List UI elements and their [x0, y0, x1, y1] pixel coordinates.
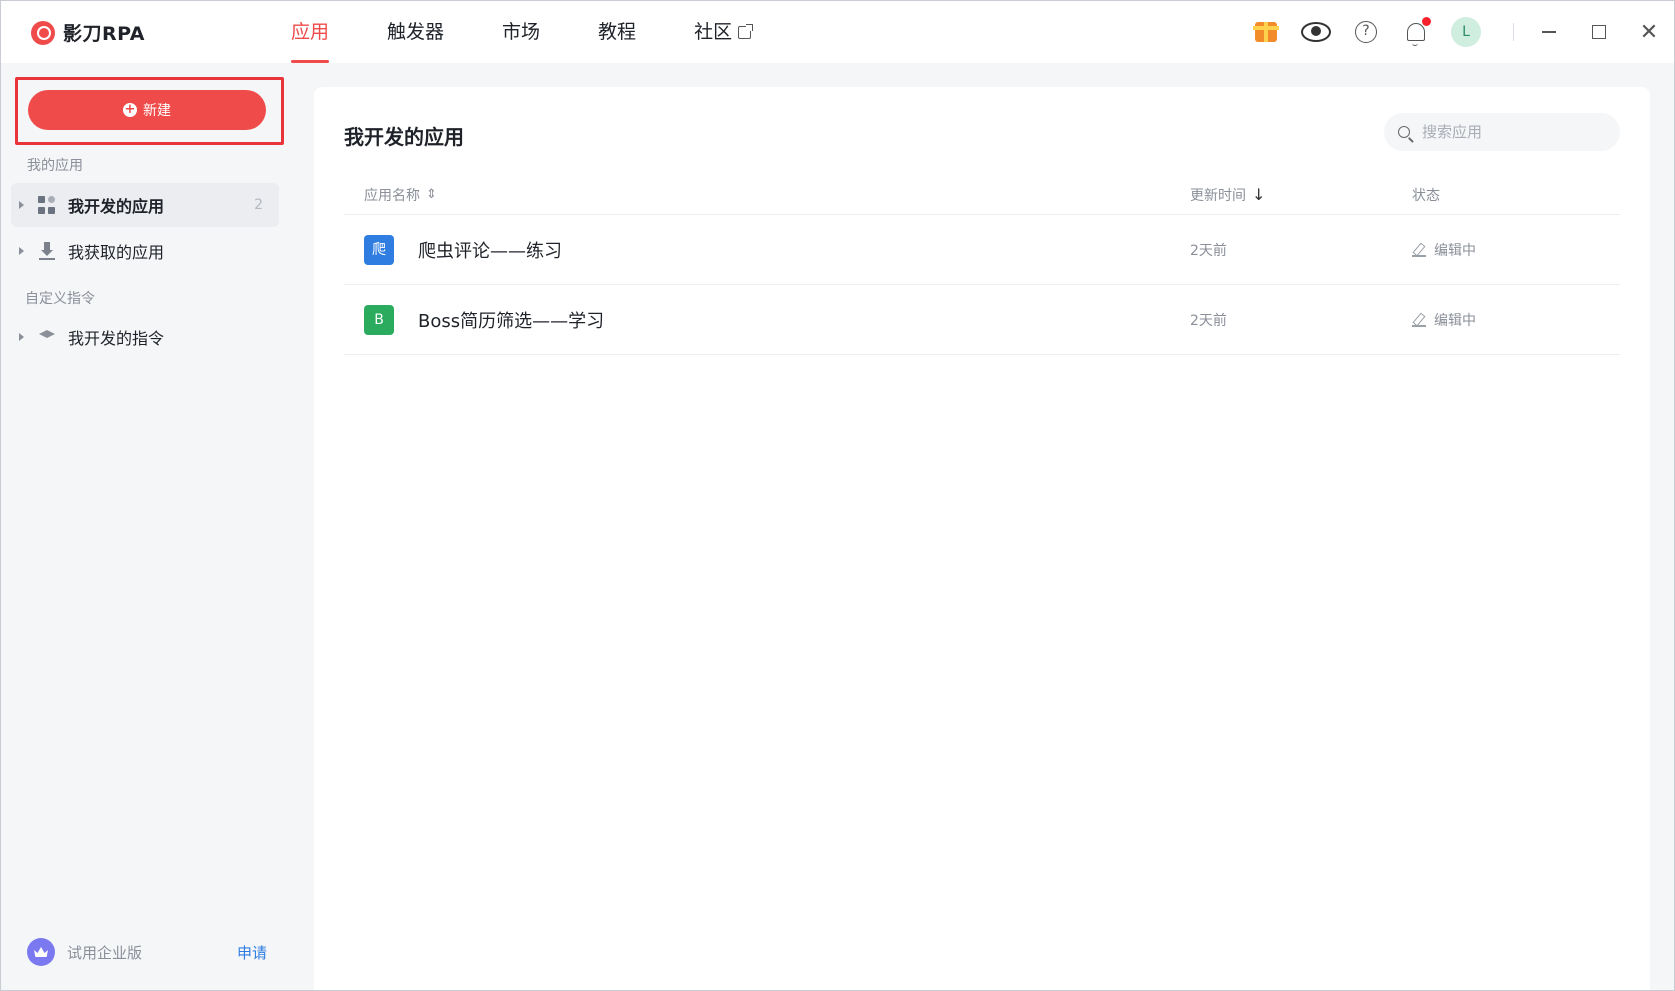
brand-logo-icon	[31, 20, 55, 45]
sidebar: + 新建 我的应用 我开发的应用 2 我获取的应用 自定义指令 我开发的指令 试…	[1, 63, 290, 990]
gift-button[interactable]	[1249, 15, 1283, 49]
status-text: 编辑中	[1434, 242, 1476, 259]
main-panel: 我开发的应用 应用名称 ⇕ 更新时间 ↓ 状态	[314, 87, 1650, 990]
help-button[interactable]: ?	[1349, 15, 1383, 49]
minimize-button[interactable]	[1524, 1, 1574, 63]
external-link-icon	[738, 23, 754, 39]
app-icon: B	[364, 304, 394, 335]
search-icon	[1398, 126, 1410, 138]
app-window: 影刀RPA 应用 触发器 市场 教程 社区 ? L ✕ + 新建 我的应用 我开…	[0, 0, 1675, 991]
pencil-icon	[1412, 313, 1426, 327]
enterprise-apply-link[interactable]: 申请	[237, 942, 267, 963]
sidebar-item-my-developed-apps[interactable]: 我开发的应用 2	[11, 183, 279, 227]
nav-tab-apps[interactable]: 应用	[291, 1, 330, 63]
avatar: L	[1451, 17, 1481, 47]
top-right-tools: ? L ✕	[1233, 1, 1674, 63]
close-icon: ✕	[1639, 19, 1659, 45]
sidebar-item-label: 我开发的应用	[68, 197, 165, 216]
nav-tab-tutorials[interactable]: 教程	[598, 1, 636, 63]
eye-button[interactable]	[1299, 15, 1333, 49]
apps-table: 应用名称 ⇕ 更新时间 ↓ 状态 爬 爬虫评论——练习 2天前 编辑中 B Bo…	[344, 175, 1620, 355]
top-bar: 影刀RPA 应用 触发器 市场 教程 社区 ? L ✕	[1, 1, 1674, 63]
page-title: 我开发的应用	[344, 125, 464, 149]
sidebar-item-label: 我获取的应用	[68, 243, 165, 262]
main-nav: 应用 触发器 市场 教程 社区	[291, 1, 809, 63]
table-row[interactable]: 爬 爬虫评论——练习 2天前 编辑中	[344, 215, 1620, 285]
updated-time: 2天前	[1190, 242, 1227, 259]
item-count: 2	[254, 197, 263, 213]
minimize-icon	[1542, 31, 1556, 33]
updated-time: 2天前	[1190, 312, 1227, 329]
help-icon: ?	[1355, 21, 1377, 43]
pencil-icon	[1412, 243, 1426, 257]
bell-icon	[1407, 23, 1425, 46]
enterprise-trial-label: 试用企业版	[67, 943, 143, 962]
column-header-name[interactable]: 应用名称 ⇕	[344, 185, 1190, 205]
expand-caret-icon[interactable]	[19, 201, 24, 209]
section-my-apps: 我的应用	[27, 158, 83, 174]
nav-tab-market[interactable]: 市场	[502, 1, 540, 63]
app-icon: 爬	[364, 234, 394, 265]
sidebar-item-label: 我开发的指令	[68, 329, 165, 348]
enterprise-trial: 试用企业版 申请	[27, 938, 267, 966]
grid-icon	[38, 196, 56, 214]
layers-icon	[38, 328, 56, 346]
sort-descending-icon[interactable]: ↓	[1252, 185, 1265, 204]
plus-circle-icon: +	[123, 102, 137, 117]
download-icon	[38, 242, 56, 260]
brand-name: 影刀RPA	[63, 23, 146, 45]
close-button[interactable]: ✕	[1624, 1, 1674, 63]
column-header-status: 状态	[1412, 187, 1440, 204]
sidebar-item-acquired-apps[interactable]: 我获取的应用	[11, 229, 279, 273]
search-input[interactable]	[1422, 123, 1602, 141]
app-name[interactable]: 爬虫评论——练习	[418, 237, 562, 263]
search-box[interactable]	[1384, 113, 1620, 151]
crown-icon	[27, 938, 55, 966]
nav-tab-community[interactable]: 社区	[694, 1, 754, 63]
gift-icon	[1253, 22, 1279, 42]
column-header-updated[interactable]: 更新时间 ↓	[1190, 185, 1412, 205]
section-custom-commands: 自定义指令	[25, 291, 95, 307]
expand-caret-icon[interactable]	[19, 247, 24, 255]
divider	[1513, 23, 1514, 41]
notifications-button[interactable]	[1399, 15, 1433, 49]
status-text: 编辑中	[1434, 312, 1476, 329]
table-row[interactable]: B Boss简历筛选——学习 2天前 编辑中	[344, 285, 1620, 355]
expand-caret-icon[interactable]	[19, 333, 24, 341]
sidebar-item-my-commands[interactable]: 我开发的指令	[11, 315, 279, 359]
new-button-highlight: + 新建	[15, 77, 284, 145]
maximize-icon	[1592, 25, 1606, 39]
sort-icon[interactable]: ⇕	[426, 187, 437, 202]
nav-tab-triggers[interactable]: 触发器	[387, 1, 444, 63]
maximize-button[interactable]	[1574, 1, 1624, 63]
user-avatar-button[interactable]: L	[1449, 15, 1483, 49]
new-button[interactable]: + 新建	[28, 90, 266, 130]
eye-icon	[1301, 22, 1331, 42]
brand: 影刀RPA	[31, 19, 145, 46]
new-button-label: 新建	[143, 103, 171, 119]
app-name[interactable]: Boss简历筛选——学习	[418, 307, 604, 333]
table-header: 应用名称 ⇕ 更新时间 ↓ 状态	[344, 175, 1620, 215]
notification-dot	[1422, 17, 1431, 26]
